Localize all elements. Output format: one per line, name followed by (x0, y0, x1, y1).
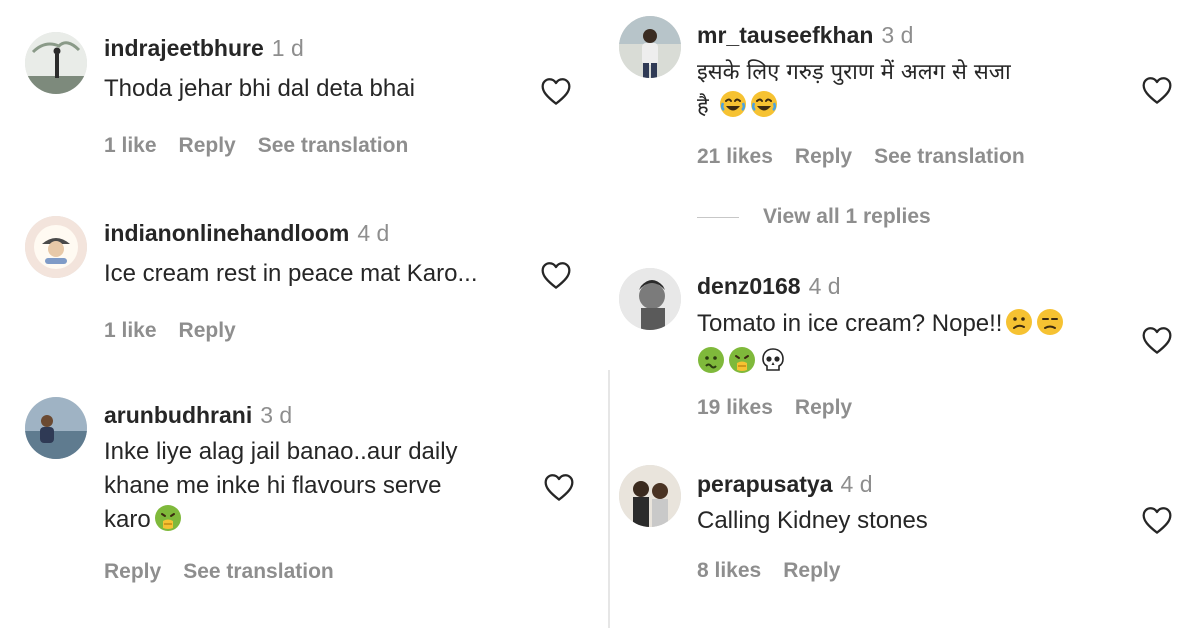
comment-time: 3 d (260, 402, 293, 428)
comment-time: 4 d (357, 220, 390, 246)
like-count[interactable]: 1 like (104, 319, 157, 342)
avatar[interactable] (25, 397, 87, 459)
reply-button[interactable]: Reply (179, 134, 236, 157)
skull-icon (759, 346, 787, 374)
face-vomiting-icon (728, 346, 756, 374)
comment-text: Inke liye alag jail banao..aur daily kha… (104, 438, 458, 533)
comment-username[interactable]: mr_tauseefkhan (697, 22, 873, 48)
like-count[interactable]: 8 likes (697, 559, 761, 582)
heart-outline-icon[interactable] (1141, 325, 1173, 355)
comment-text: Tomato in ice cream? Nope!! (697, 307, 1064, 379)
see-translation-link[interactable]: See translation (183, 560, 334, 583)
comment-time: 3 d (881, 22, 914, 48)
heart-outline-icon[interactable] (540, 76, 572, 106)
comment-text: Thoda jehar bhi dal deta bhai (104, 75, 415, 102)
comment-username[interactable]: perapusatya (697, 471, 833, 497)
comment-username[interactable]: arunbudhrani (104, 402, 252, 428)
confused-face-icon (1005, 308, 1033, 336)
face-with-tears-of-joy-icon (750, 90, 778, 118)
face-with-tears-of-joy-icon (719, 90, 747, 118)
reply-button[interactable]: Reply (783, 559, 840, 582)
heart-outline-icon[interactable] (540, 260, 572, 290)
avatar[interactable] (25, 216, 87, 278)
see-translation-link[interactable]: See translation (874, 145, 1025, 168)
view-replies-button[interactable]: View all 1 replies (697, 205, 931, 229)
reply-button[interactable]: Reply (179, 319, 236, 342)
heart-outline-icon[interactable] (1141, 505, 1173, 535)
replies-line (697, 216, 739, 218)
avatar[interactable] (619, 465, 681, 527)
column-divider (608, 370, 610, 628)
face-vomiting-icon (154, 504, 182, 532)
comment-text: इसके लिए गरुड़ पुराण में अलग से सजा है (697, 60, 1011, 119)
comment-time: 1 d (271, 35, 304, 61)
reply-button[interactable]: Reply (795, 396, 852, 419)
heart-outline-icon[interactable] (543, 472, 575, 502)
like-count[interactable]: 21 likes (697, 145, 773, 168)
avatar[interactable] (619, 268, 681, 330)
avatar[interactable] (619, 16, 681, 78)
see-translation-link[interactable]: See translation (258, 134, 409, 157)
comment-username[interactable]: indrajeetbhure (104, 35, 264, 61)
reply-button[interactable]: Reply (795, 145, 852, 168)
comment-username[interactable]: denz0168 (697, 273, 801, 299)
comment-time: 4 d (840, 471, 873, 497)
reply-button[interactable]: Reply (104, 560, 161, 583)
like-count[interactable]: 19 likes (697, 396, 773, 419)
comment-time: 4 d (808, 273, 841, 299)
like-count[interactable]: 1 like (104, 134, 157, 157)
unamused-face-icon (1036, 308, 1064, 336)
heart-outline-icon[interactable] (1141, 75, 1173, 105)
comment-text: Ice cream rest in peace mat Karo... (104, 260, 478, 287)
nauseated-face-icon (697, 346, 725, 374)
comment-username[interactable]: indianonlinehandloom (104, 220, 349, 246)
avatar[interactable] (25, 32, 87, 94)
comment-text: Calling Kidney stones (697, 507, 928, 534)
